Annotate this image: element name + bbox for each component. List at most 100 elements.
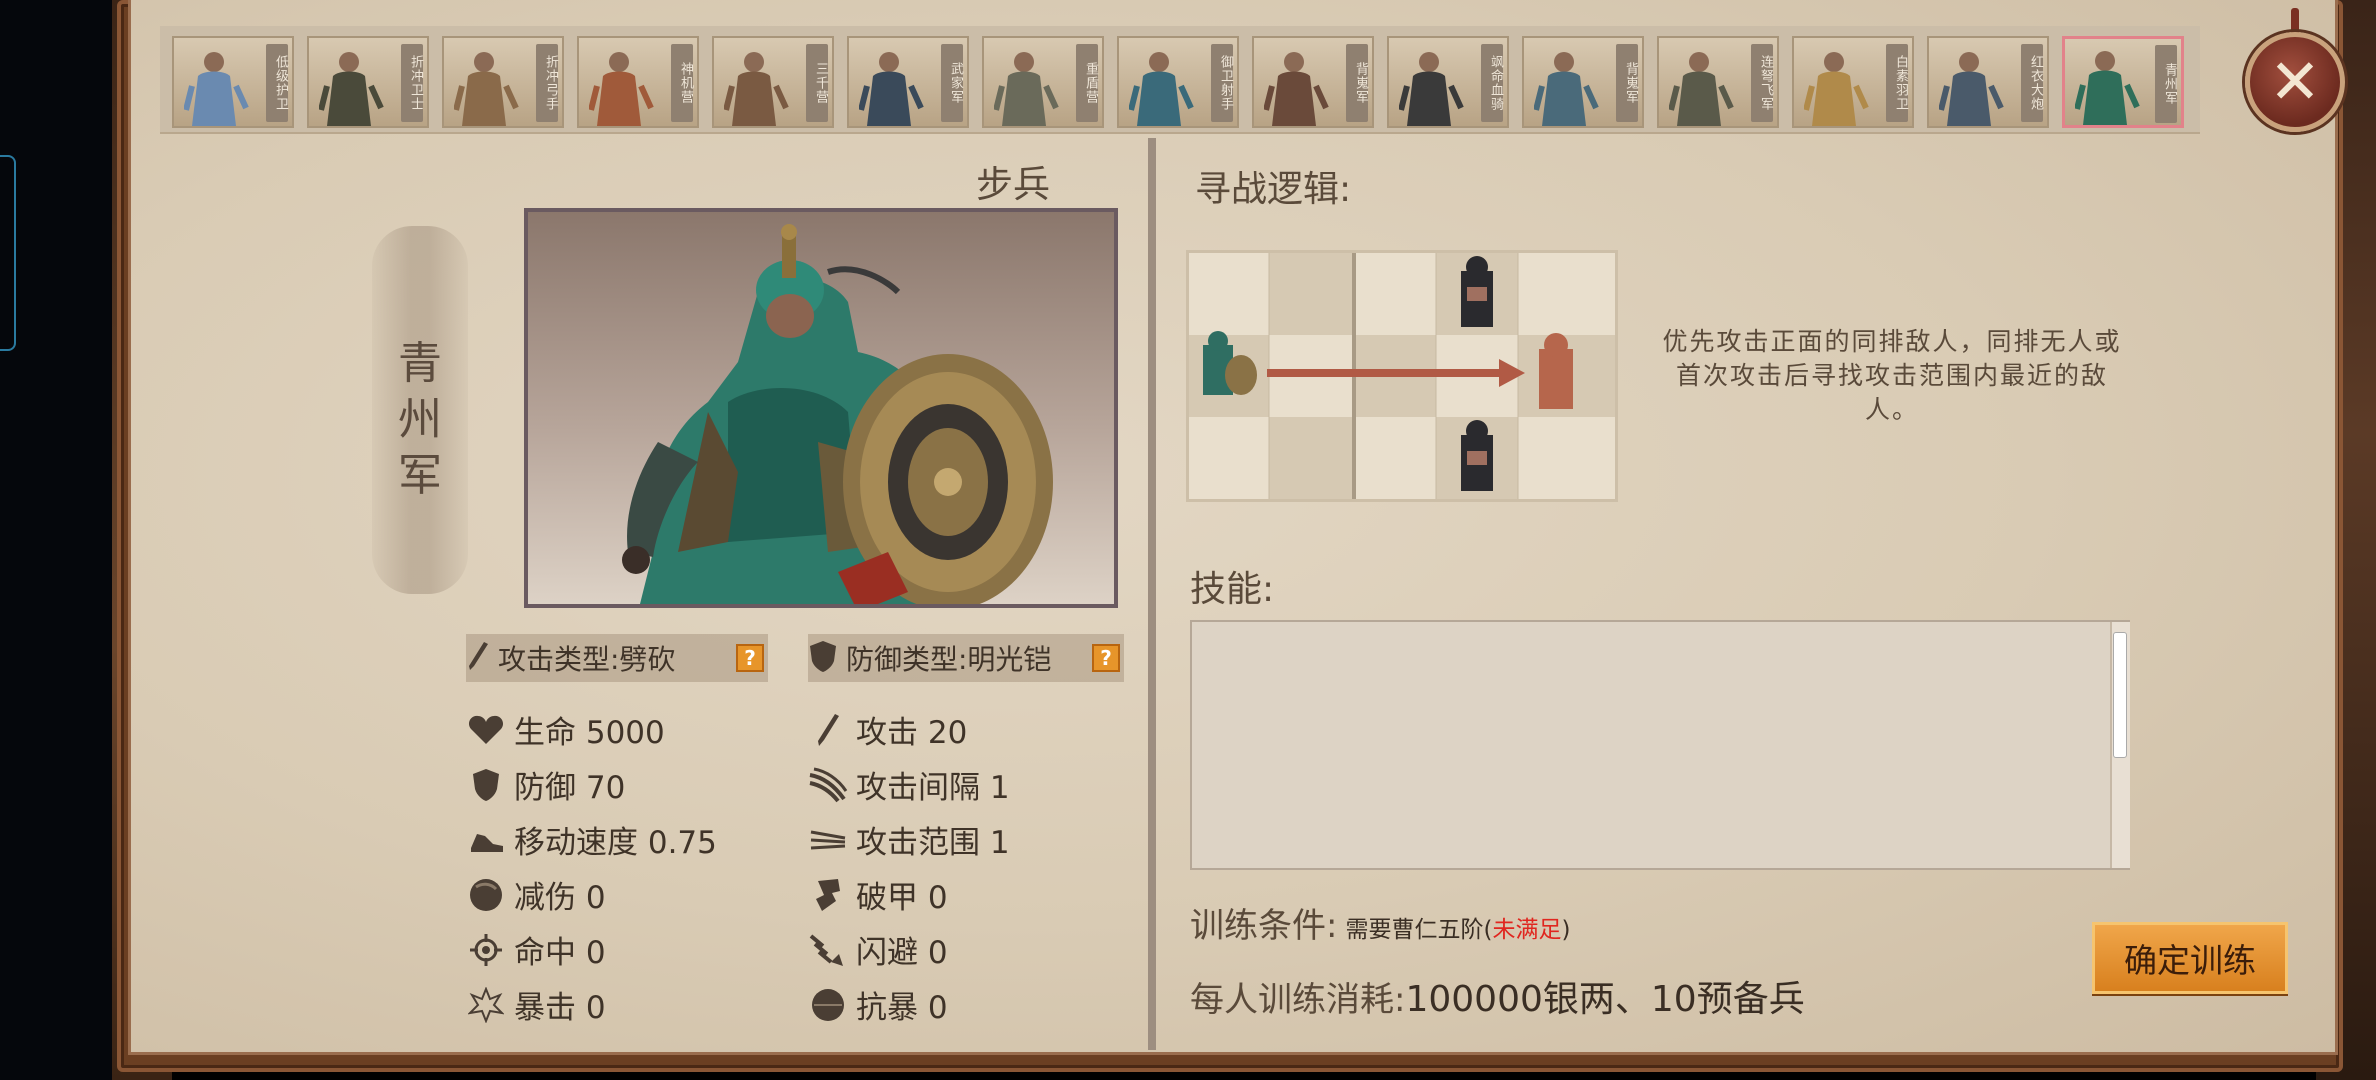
unit-tab-label: 三千营 xyxy=(806,44,828,122)
orb-shield-icon xyxy=(466,875,506,915)
stat-crit-resist-value: 抗暴 0 xyxy=(856,990,948,1026)
unit-tab-label: 重盾营 xyxy=(1076,44,1098,122)
boot-icon xyxy=(466,820,506,860)
stat-crit-resist: 抗暴 0 xyxy=(808,982,948,1027)
unit-tab-label: 红衣大炮 xyxy=(2021,44,2043,122)
unit-tab[interactable]: 御卫射手 xyxy=(1117,36,1239,128)
stat-defense: 防御 70 xyxy=(466,762,625,807)
unit-tab-portrait xyxy=(1264,52,1329,126)
training-requirement: 需要曹仁五阶(未满足) xyxy=(1345,910,1570,944)
unit-name-char: 州 xyxy=(398,394,442,445)
training-cost-value: 100000银两、10预备兵 xyxy=(1405,979,1805,1020)
unit-tab-portrait xyxy=(1129,52,1194,126)
stat-hit: 命中 0 xyxy=(466,927,606,972)
unit-tab-portrait xyxy=(1534,52,1599,126)
unit-tab-portrait xyxy=(724,52,789,126)
targeting-logic-grid xyxy=(1186,250,1618,502)
unit-tab-portrait xyxy=(454,52,519,126)
side-handle[interactable] xyxy=(0,155,16,351)
stat-attack-range-value: 攻击范围 1 xyxy=(856,825,1010,861)
unit-tab-portrait xyxy=(859,52,924,126)
unit-tab-label: 折冲卫士 xyxy=(401,44,423,122)
unit-tab-portrait xyxy=(319,52,384,126)
stat-armor-break: 破甲 0 xyxy=(808,872,948,917)
close-button[interactable]: ✕ xyxy=(2245,32,2345,132)
unit-tab-label: 飒命血骑 xyxy=(1481,44,1503,122)
unit-tab-label: 神机营 xyxy=(671,44,693,122)
skills-title: 技能: xyxy=(1190,569,1275,610)
logic-title: 寻战逻辑: xyxy=(1195,169,1352,210)
unit-tab[interactable]: 折冲弓手 xyxy=(442,36,564,128)
requirement-text: 需要曹仁五阶( xyxy=(1345,917,1493,943)
unit-tab[interactable]: 飒命血骑 xyxy=(1387,36,1509,128)
unit-tab[interactable]: 神机营 xyxy=(577,36,699,128)
attack-type-help-button[interactable]: ? xyxy=(736,644,764,672)
stat-defense-value: 防御 70 xyxy=(514,770,626,806)
stat-hit-value: 命中 0 xyxy=(514,935,606,971)
round-shield-icon xyxy=(808,985,848,1025)
unit-tab-portrait xyxy=(2075,51,2140,125)
unit-tab-portrait xyxy=(589,52,654,126)
stat-attack-range: 攻击范围 1 xyxy=(808,817,1010,862)
unit-tab[interactable]: 折冲卫士 xyxy=(307,36,429,128)
stat-dodge: 闪避 0 xyxy=(808,927,948,972)
training-condition-label: 训练条件: xyxy=(1190,906,1338,946)
stat-attack-interval-value: 攻击间隔 1 xyxy=(856,770,1010,806)
attack-type: 攻击类型:劈砍 xyxy=(498,643,676,676)
skills-list xyxy=(1190,620,2130,870)
grid-diagram xyxy=(1189,253,1615,499)
unit-tab[interactable]: 背嵬军 xyxy=(1252,36,1374,128)
logic-description: 优先攻击正面的同排敌人，同排无人或首次攻击后寻找攻击范围内最近的敌人。 xyxy=(1662,327,2122,424)
stat-attack-value: 攻击 20 xyxy=(856,715,968,751)
defense-type-help-button[interactable]: ? xyxy=(1092,644,1120,672)
stat-crit-value: 暴击 0 xyxy=(514,990,606,1026)
requirement-unmet: 未满足 xyxy=(1492,917,1562,943)
attack-type-box: 攻击类型:劈砍 ? xyxy=(466,634,768,682)
broken-armor-icon xyxy=(808,875,848,915)
stat-hp: 生命 5000 xyxy=(466,707,665,752)
unit-tab-label: 背嵬军 xyxy=(1346,44,1368,122)
soldier-portrait-image xyxy=(622,224,1053,604)
unit-tab[interactable]: 背嵬军 xyxy=(1522,36,1644,128)
sword-icon xyxy=(808,710,848,750)
defense-type-box: 防御类型:明光铠 ? xyxy=(808,634,1124,682)
unit-type-label: 步兵 xyxy=(976,163,1050,206)
confirm-training-button[interactable]: 确定训练 xyxy=(2092,922,2288,994)
training-condition: 训练条件: 需要曹仁五阶(未满足) xyxy=(1190,898,1570,947)
crosshair-icon xyxy=(466,930,506,970)
close-icon: ✕ xyxy=(2269,45,2321,118)
unit-tab-label: 白素羽卫 xyxy=(1886,44,1908,122)
stat-attack: 攻击 20 xyxy=(808,707,967,752)
unit-tab[interactable]: 白素羽卫 xyxy=(1792,36,1914,128)
unit-tab[interactable]: 连弩飞军 xyxy=(1657,36,1779,128)
unit-tab[interactable]: 红衣大炮 xyxy=(1927,36,2049,128)
burst-icon xyxy=(466,985,506,1025)
range-lines-icon xyxy=(808,820,848,860)
unit-tab-portrait xyxy=(1939,52,2004,126)
stat-move-speed: 移动速度 0.75 xyxy=(466,817,717,862)
unit-tab-label: 折冲弓手 xyxy=(536,44,558,122)
stat-dodge-value: 闪避 0 xyxy=(856,935,948,971)
defense-type: 防御类型:明光铠 xyxy=(846,643,1052,676)
requirement-close: ) xyxy=(1561,917,1571,943)
unit-tab-label: 青州军 xyxy=(2155,45,2177,123)
stat-attack-interval: 攻击间隔 1 xyxy=(808,762,1010,807)
stat-damage-reduction-value: 减伤 0 xyxy=(514,880,606,916)
unit-tab-portrait xyxy=(1399,52,1464,126)
unit-tab[interactable]: 青州军 xyxy=(2062,36,2184,128)
training-cost: 每人训练消耗: 100000银两、10预备兵 xyxy=(1190,970,1805,1022)
dodge-arrows-icon xyxy=(808,930,848,970)
unit-tab[interactable]: 重盾营 xyxy=(982,36,1104,128)
unit-tab[interactable]: 武家军 xyxy=(847,36,969,128)
skills-scroll-thumb[interactable] xyxy=(2113,632,2127,758)
unit-tab-portrait xyxy=(1804,52,1869,126)
stat-armor-break-value: 破甲 0 xyxy=(856,880,948,916)
unit-name-scroll: 青州军 xyxy=(372,226,468,594)
training-cost-label: 每人训练消耗: xyxy=(1190,980,1406,1020)
unit-name: 青州军 xyxy=(372,336,468,504)
unit-tab[interactable]: 三千营 xyxy=(712,36,834,128)
unit-tab[interactable]: 低级护卫 xyxy=(172,36,294,128)
unit-tab-portrait xyxy=(994,52,1059,126)
shield-icon xyxy=(466,765,506,805)
left-screen-edge xyxy=(0,0,112,1080)
